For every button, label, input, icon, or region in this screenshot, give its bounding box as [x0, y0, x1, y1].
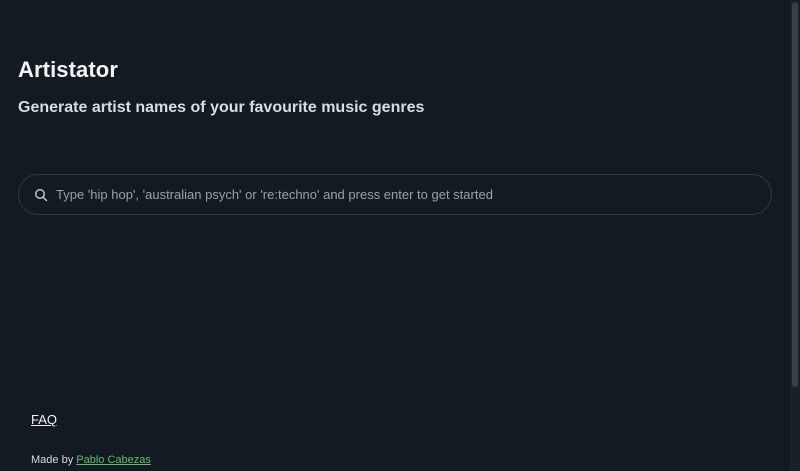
faq-link[interactable]: FAQ: [31, 412, 57, 427]
scrollbar-thumb[interactable]: [792, 2, 798, 387]
search-box[interactable]: [18, 174, 772, 215]
search-icon: [34, 188, 48, 202]
page-subtitle: Generate artist names of your favourite …: [18, 99, 425, 116]
made-by-label: Made by: [31, 454, 74, 466]
app-page: Artistator Generate artist names of your…: [0, 0, 800, 471]
search-input[interactable]: [56, 175, 771, 214]
scrollbar-track[interactable]: [790, 0, 800, 471]
author-link[interactable]: Pablo Cabezas: [76, 454, 151, 466]
page-title: Artistator: [18, 57, 119, 82]
footer-credit: Made by Pablo Cabezas: [31, 454, 151, 466]
